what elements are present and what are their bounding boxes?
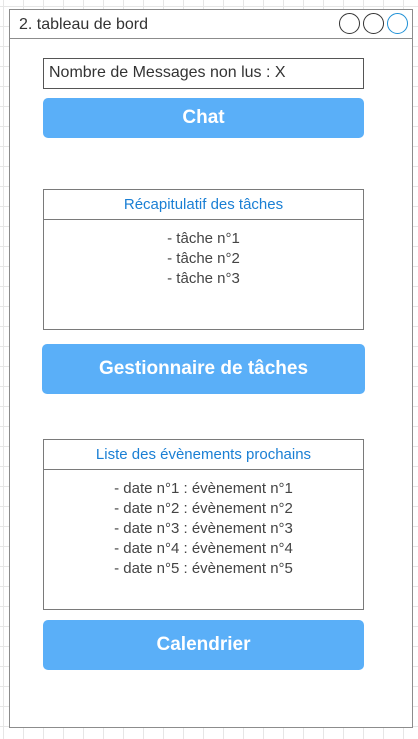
- event-item: - date n°3 : évènement n°3: [114, 520, 293, 537]
- task-item: - tâche n°2: [167, 250, 240, 267]
- upcoming-events-panel: Liste des évènements prochains - date n°…: [43, 439, 364, 610]
- calendar-button[interactable]: Calendrier: [43, 620, 364, 670]
- title-bar: 2. tableau de bord: [10, 10, 412, 39]
- window-circle-button-2[interactable]: [363, 13, 384, 34]
- tasks-summary-panel: Récapitulatif des tâches - tâche n°1 - t…: [43, 189, 364, 330]
- event-item: - date n°1 : évènement n°1: [114, 480, 293, 497]
- window-title: 2. tableau de bord: [19, 16, 148, 33]
- window-circle-button-1[interactable]: [339, 13, 360, 34]
- event-item: - date n°2 : évènement n°2: [114, 500, 293, 517]
- upcoming-events-list: - date n°1 : évènement n°1 - date n°2 : …: [44, 470, 363, 579]
- unread-messages-field: Nombre de Messages non lus : X: [43, 58, 364, 89]
- event-item: - date n°4 : évènement n°4: [114, 540, 293, 557]
- tasks-summary-list: - tâche n°1 - tâche n°2 - tâche n°3: [44, 220, 363, 289]
- tasks-summary-title: Récapitulatif des tâches: [44, 190, 363, 220]
- chat-button[interactable]: Chat: [43, 98, 364, 138]
- upcoming-events-title: Liste des évènements prochains: [44, 440, 363, 470]
- task-item: - tâche n°3: [167, 270, 240, 287]
- event-item: - date n°5 : évènement n°5: [114, 560, 293, 577]
- task-manager-button[interactable]: Gestionnaire de tâches: [42, 344, 365, 394]
- task-item: - tâche n°1: [167, 230, 240, 247]
- window-circle-button-3[interactable]: [387, 13, 408, 34]
